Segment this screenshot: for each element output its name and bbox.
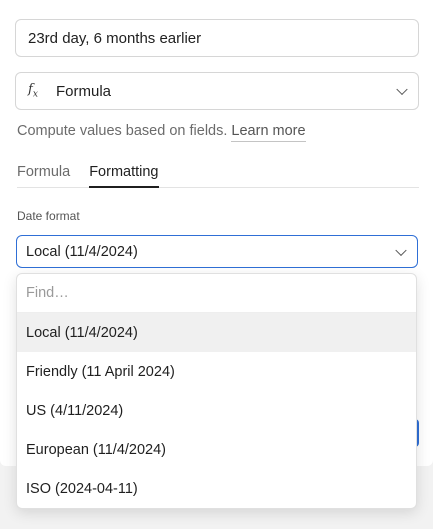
date-format-option-european[interactable]: European (11/4/2024)	[17, 431, 416, 470]
chevron-down-icon	[395, 244, 407, 256]
helper-description: Compute values based on fields.	[17, 123, 228, 139]
date-format-option-us[interactable]: US (4/11/2024)	[17, 391, 416, 430]
date-format-option-local[interactable]: Local (11/4/2024)	[17, 313, 416, 353]
chevron-down-icon	[396, 83, 408, 96]
tab-formula[interactable]: Formula	[17, 164, 70, 188]
field-type-select[interactable]: fx Formula	[15, 72, 419, 110]
field-name-value: 23rd day, 6 months earlier	[28, 29, 202, 47]
tab-formatting[interactable]: Formatting	[89, 164, 159, 188]
date-format-option-iso[interactable]: ISO (2024-04-11)	[17, 470, 416, 508]
tab-bar: Formula Formatting	[17, 164, 419, 188]
date-format-select[interactable]: Local (11/4/2024)	[16, 235, 418, 268]
date-format-option-friendly[interactable]: Friendly (11 April 2024)	[17, 352, 416, 391]
date-format-dropdown: Local (11/4/2024) Friendly (11 April 202…	[16, 273, 417, 509]
date-format-selected-value: Local (11/4/2024)	[26, 243, 138, 260]
find-row	[17, 274, 416, 313]
fx-icon: fx	[28, 82, 38, 100]
field-name-input[interactable]: 23rd day, 6 months earlier	[15, 19, 419, 57]
date-format-label: Date format	[17, 209, 80, 223]
find-input[interactable]	[26, 285, 407, 301]
learn-more-link[interactable]: Learn more	[231, 123, 306, 142]
field-type-label: Formula	[56, 82, 112, 100]
helper-text: Compute values based on fields. Learn mo…	[17, 123, 306, 142]
